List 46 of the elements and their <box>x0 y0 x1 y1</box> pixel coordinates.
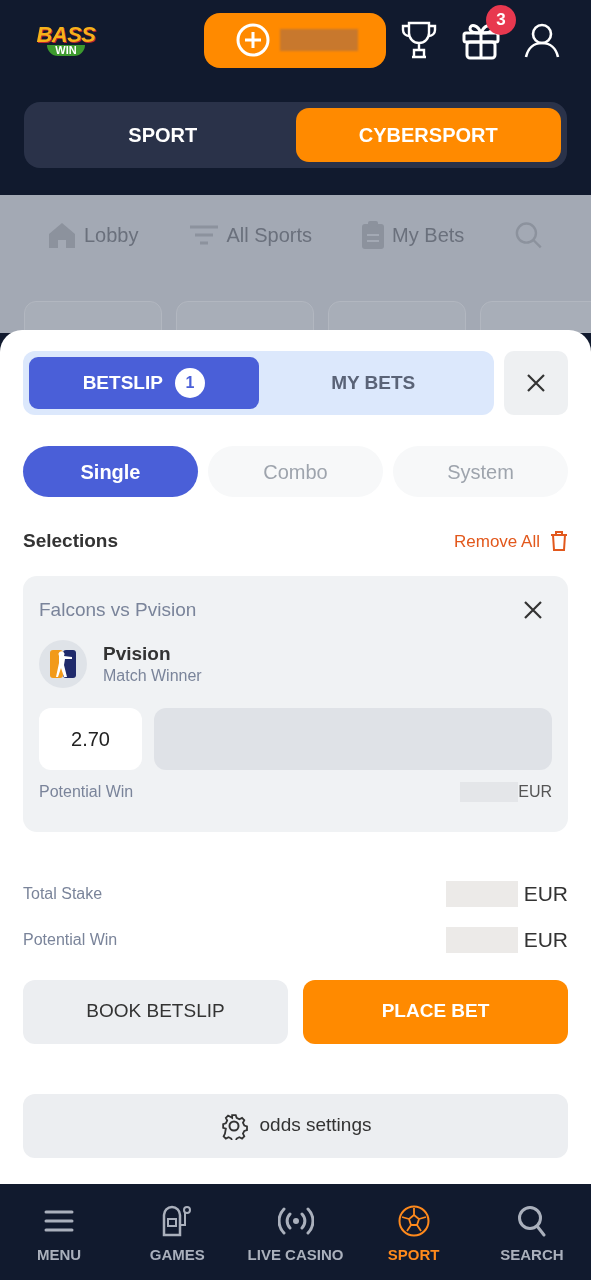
plus-icon <box>236 23 270 57</box>
bottom-nav-item[interactable]: GAMES <box>118 1204 237 1267</box>
potential-win-label: Potential Win <box>39 782 134 802</box>
close-icon <box>524 600 542 619</box>
section-title: Selections <box>23 529 119 553</box>
trash-icon <box>550 531 568 552</box>
remove-all-button[interactable]: Remove All <box>454 528 568 554</box>
soccer-ball-icon <box>397 1205 430 1237</box>
betslip-tab[interactable]: MY BETS <box>258 357 488 409</box>
broadcast-icon <box>277 1206 314 1236</box>
total-label: Potential Win <box>23 929 118 950</box>
deposit-button[interactable] <box>204 12 386 68</box>
currency: EUR <box>523 926 568 953</box>
currency: EUR <box>518 782 552 802</box>
total-label: Total Stake <box>23 883 103 904</box>
remove-selection-button[interactable] <box>522 598 544 621</box>
user-icon[interactable] <box>524 22 560 58</box>
book-betslip-button[interactable]: BOOK BETSLIP <box>23 979 288 1044</box>
settings-icon <box>219 1111 248 1140</box>
bottom-nav-item[interactable]: LIVE CASINO <box>236 1204 355 1267</box>
clipboard-icon <box>362 221 385 249</box>
menu-icon <box>44 1209 75 1233</box>
betslip-tab[interactable]: BETSLIP 1 <box>29 357 259 409</box>
mode-tab[interactable]: SPORT <box>30 108 296 162</box>
close-button[interactable] <box>504 351 568 415</box>
trophy-icon[interactable] <box>400 20 438 60</box>
market-name: Match Winner <box>103 665 202 686</box>
home-icon <box>48 222 76 248</box>
count-badge: 1 <box>174 368 205 398</box>
bet-type-tab[interactable]: Single <box>23 446 198 497</box>
odds-value: 2.70 <box>39 708 142 770</box>
shooter-icon <box>50 650 76 678</box>
event-name: Falcons vs Pvision <box>39 597 197 622</box>
notification-badge: 3 <box>486 5 516 35</box>
odds-settings-button[interactable]: odds settings <box>23 1093 568 1158</box>
slot-machine-icon <box>161 1205 194 1237</box>
logo[interactable]: BASS WIN <box>24 24 108 56</box>
team-name: Pvision <box>103 642 172 666</box>
bottom-nav-item[interactable]: SEARCH <box>472 1204 591 1267</box>
close-icon <box>527 374 545 392</box>
bottom-nav-item[interactable]: SPORT <box>354 1204 473 1267</box>
bottom-nav-item[interactable]: MENU <box>0 1204 119 1267</box>
logo-text: BASS <box>36 24 96 46</box>
logo-text: WIN <box>47 45 85 56</box>
search-icon <box>516 1205 547 1237</box>
currency: EUR <box>523 880 568 907</box>
